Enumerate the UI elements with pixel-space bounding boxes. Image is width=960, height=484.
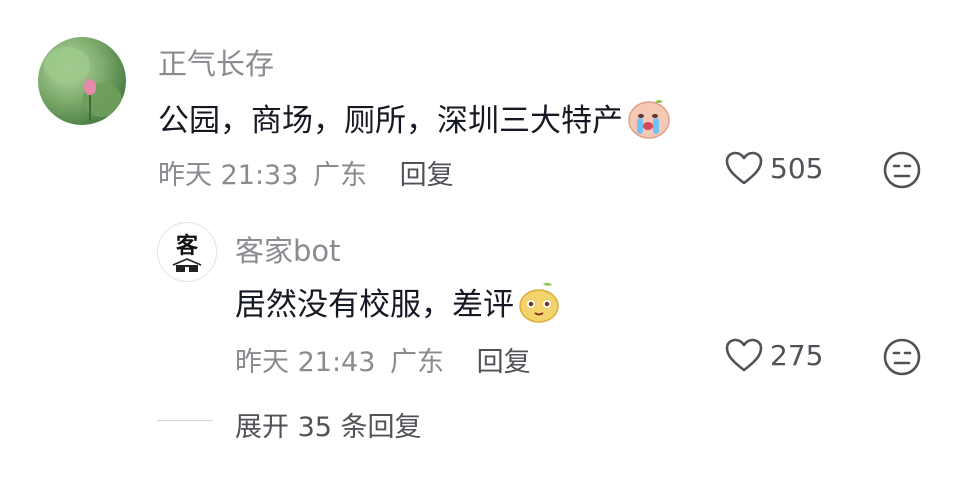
expand-replies-button[interactable]: 展开 35 条回复 [235, 405, 422, 444]
reply-text-row: 居然没有校服，差评 [235, 279, 562, 324]
comment-text: 公园，商场，厕所，深圳三大特产 [158, 103, 623, 139]
reply-like-button[interactable]: 275 [724, 337, 823, 373]
comment-like-button[interactable]: 505 [724, 150, 823, 186]
comment-reply-button[interactable]: 回复 [400, 160, 454, 191]
crying-face-emoji-icon [628, 99, 670, 139]
reply-location: 广东 [390, 347, 444, 378]
bot-avatar[interactable]: 客 [157, 222, 217, 282]
house-icon [172, 258, 202, 272]
reply-time: 昨天 21:43 [235, 347, 376, 378]
reply-text: 居然没有校服，差评 [235, 287, 514, 323]
pear-face-emoji-icon [519, 282, 559, 323]
reply-meta: 昨天 21:43 广东 回复 [235, 340, 531, 379]
reply-username[interactable]: 客家bot [235, 228, 341, 270]
comment-text-row: 公园，商场，厕所，深圳三大特产 [158, 95, 671, 140]
reply-reply-button[interactable]: 回复 [477, 347, 531, 378]
comment-location: 广东 [313, 160, 367, 191]
comment-username[interactable]: 正气长存 [158, 41, 274, 83]
bot-avatar-char: 客 [175, 233, 198, 259]
comment-time: 昨天 21:33 [158, 160, 299, 191]
meh-face-icon[interactable] [882, 150, 922, 190]
reply-like-count: 275 [770, 338, 824, 372]
comment-like-count: 505 [770, 151, 824, 185]
heart-icon [725, 338, 763, 372]
commenter-avatar[interactable] [38, 37, 126, 125]
heart-icon [725, 151, 763, 185]
expand-divider [157, 420, 213, 421]
comment-meta: 昨天 21:33 广东 回复 [158, 153, 454, 192]
meh-face-icon[interactable] [882, 337, 922, 377]
